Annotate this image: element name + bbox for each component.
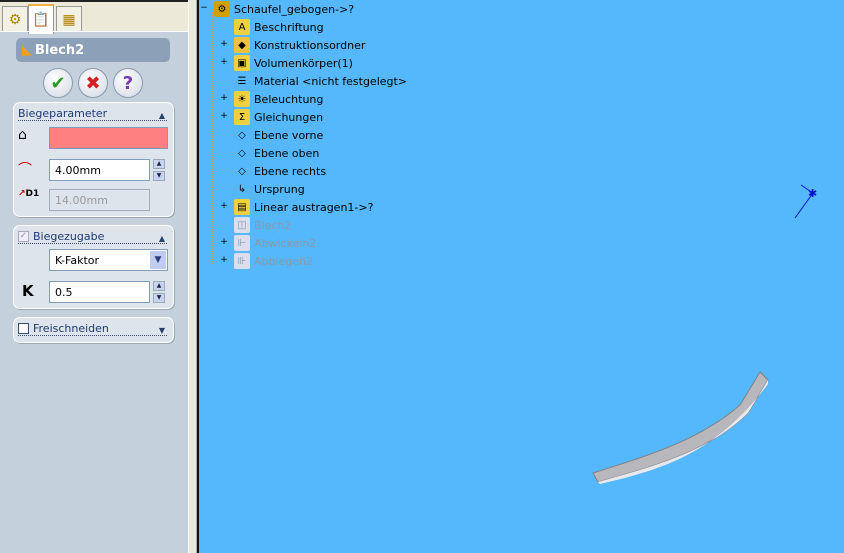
sheet-metal-part	[592, 371, 769, 484]
triad-icon: ✱	[794, 184, 817, 219]
graphics-viewport[interactable]: ✱	[0, 0, 844, 553]
svg-text:✱: ✱	[808, 187, 817, 200]
